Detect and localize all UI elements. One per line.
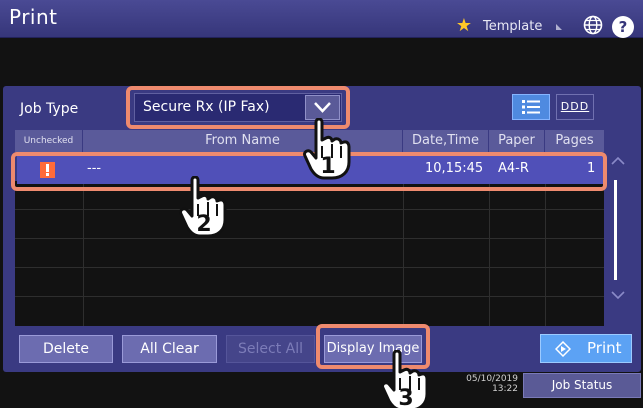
favorite-star-icon[interactable]: ★ [453, 15, 475, 37]
status-date: 05/10/2019 [466, 374, 518, 384]
help-icon[interactable]: ? [612, 16, 634, 38]
pointing-hand-icon: 2 [179, 176, 227, 238]
print-screen: Print ★ Template ? Job Type Secure Rx (I… [0, 0, 643, 408]
template-arrow-icon [556, 24, 562, 30]
job-status-button[interactable]: Job Status [523, 373, 641, 398]
print-diamond-icon [555, 341, 571, 357]
language-globe-icon[interactable] [582, 14, 604, 36]
column-header-pages: Pages [545, 130, 604, 152]
column-header-date-time: Date,Time [403, 130, 489, 152]
step-1-number: 1 [320, 154, 335, 179]
print-button[interactable]: Print [540, 334, 632, 363]
column-header-from-name: From Name [83, 130, 403, 152]
page-title: Print [9, 5, 58, 29]
job-type-label: Job Type [20, 101, 79, 117]
delete-button[interactable]: Delete [19, 335, 113, 363]
column-header-paper: Paper [489, 130, 545, 152]
scrollbar[interactable] [614, 180, 617, 280]
column-header-unchecked: Unchecked [15, 130, 83, 152]
template-button[interactable]: Template [483, 16, 573, 38]
date-time-display: 05/10/2019 13:22 [466, 374, 518, 394]
empty-table-row [15, 210, 604, 239]
status-time: 13:22 [492, 384, 518, 394]
print-button-label: Print [587, 339, 622, 357]
pointing-hand-icon: 1 [303, 118, 351, 180]
step-2-number: 2 [196, 212, 211, 237]
select-all-button[interactable]: Select All [226, 335, 315, 363]
pointing-hand-icon: 3 [381, 350, 429, 408]
empty-table-row [15, 297, 604, 326]
step-3-number: 3 [398, 386, 413, 408]
thumbnail-view-icon[interactable]: DDD [556, 94, 594, 120]
empty-table-row [15, 239, 604, 268]
template-label: Template [483, 19, 543, 34]
list-view-icon[interactable] [512, 94, 550, 120]
scroll-up-icon[interactable] [609, 152, 627, 170]
scroll-down-icon[interactable] [609, 286, 627, 304]
title-bar: Print ★ Template ? [0, 0, 643, 38]
empty-table-row [15, 268, 604, 297]
all-clear-button[interactable]: All Clear [122, 335, 217, 363]
